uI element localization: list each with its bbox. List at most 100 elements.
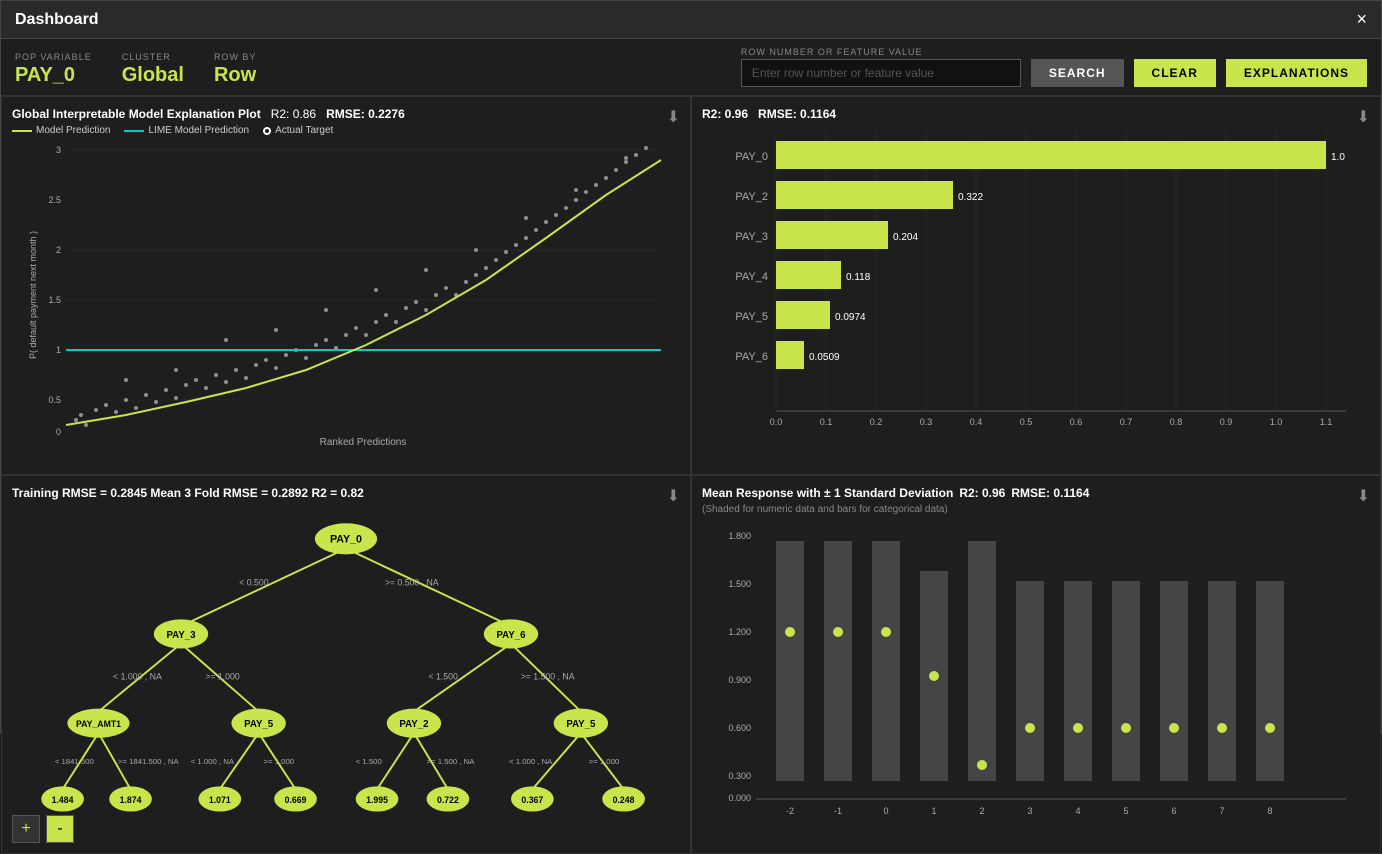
legend-line-model xyxy=(12,130,32,132)
svg-text:0.000: 0.000 xyxy=(728,793,751,803)
svg-text:PAY_2: PAY_2 xyxy=(399,719,428,730)
bar-x8 xyxy=(1256,581,1284,781)
lime-r2: R2: 0.86 xyxy=(271,107,316,121)
lime-rmse: RMSE: 0.2276 xyxy=(326,107,405,121)
svg-text:1: 1 xyxy=(56,345,61,355)
svg-text:< 1.500: < 1.500 xyxy=(356,757,382,766)
svg-text:2.5: 2.5 xyxy=(48,195,61,205)
svg-text:4: 4 xyxy=(1075,806,1080,816)
svg-text:0.9: 0.9 xyxy=(1220,417,1233,427)
svg-text:PAY_5: PAY_5 xyxy=(244,719,274,730)
dot-x2 xyxy=(977,760,987,770)
zoom-out-button[interactable]: - xyxy=(46,815,74,843)
row-by-group: ROW BY Row xyxy=(214,52,257,87)
dot-x3 xyxy=(1025,723,1035,733)
legend-dot-actual xyxy=(263,127,271,135)
svg-text:0.600: 0.600 xyxy=(728,723,751,733)
search-input[interactable] xyxy=(741,59,1021,87)
bar-x3 xyxy=(1016,581,1044,781)
svg-text:1.874: 1.874 xyxy=(120,795,142,805)
svg-text:P( default payment next month: P( default payment next month ) xyxy=(28,231,38,359)
clear-button[interactable]: CLEAR xyxy=(1134,59,1216,87)
panel-mean-response: Mean Response with ± 1 Standard Deviatio… xyxy=(691,475,1381,854)
svg-text:0.5: 0.5 xyxy=(48,395,61,405)
pop-variable-value: PAY_0 xyxy=(15,64,92,87)
svg-text:0.4: 0.4 xyxy=(970,417,983,427)
title-bar: Dashboard × xyxy=(1,1,1381,39)
zoom-in-button[interactable]: + xyxy=(12,815,40,843)
bar-x7 xyxy=(1208,581,1236,781)
cluster-group: CLUSTER Global xyxy=(122,52,184,87)
panel-decision-tree: Training RMSE = 0.2845 Mean 3 Fold RMSE … xyxy=(1,475,691,854)
legend-line-lime xyxy=(124,130,144,132)
svg-text:>= 1.000: >= 1.000 xyxy=(589,757,620,766)
bar-pay3 xyxy=(776,221,888,249)
svg-text:1.0: 1.0 xyxy=(1331,152,1345,163)
svg-text:2: 2 xyxy=(56,245,61,255)
svg-text:< 1.500: < 1.500 xyxy=(428,672,457,682)
svg-text:1.484: 1.484 xyxy=(52,795,74,805)
row-by-label: ROW BY xyxy=(214,52,257,62)
svg-text:1.800: 1.800 xyxy=(728,531,751,541)
svg-text:0.8: 0.8 xyxy=(1170,417,1183,427)
svg-text:Ranked Predictions: Ranked Predictions xyxy=(320,437,407,448)
dot-x0 xyxy=(881,627,891,637)
search-group: ROW NUMBER OR FEATURE VALUE xyxy=(741,47,1021,87)
panel-feature-importance: R2: 0.96 RMSE: 0.1164 ⬇ xyxy=(691,96,1381,475)
dot-x-1 xyxy=(833,627,843,637)
cluster-label: CLUSTER xyxy=(122,52,184,62)
download-icon-br[interactable]: ⬇ xyxy=(1357,486,1370,506)
bar-x-1 xyxy=(824,541,852,781)
svg-text:0.0974: 0.0974 xyxy=(835,312,866,323)
svg-text:PAY_5: PAY_5 xyxy=(735,311,768,323)
svg-text:0.300: 0.300 xyxy=(728,771,751,781)
svg-text:PAY_3: PAY_3 xyxy=(166,630,196,641)
main-content: Global Interpretable Model Explanation P… xyxy=(1,96,1381,854)
search-button[interactable]: SEARCH xyxy=(1031,59,1124,87)
tree-svg: < 0.500 >= 0.500 , NA < 1.000 , NA >= 1.… xyxy=(12,500,680,830)
toolbar: POP VARIABLE PAY_0 CLUSTER Global ROW BY… xyxy=(1,39,1381,96)
feature-importance-svg: 1.0 PAY_0 0.322 PAY_2 0.204 PAY_3 0.118 … xyxy=(702,121,1370,461)
svg-text:>= 1.500 , NA: >= 1.500 , NA xyxy=(521,672,575,682)
svg-text:PAY_0: PAY_0 xyxy=(330,534,362,546)
svg-text:0.0509: 0.0509 xyxy=(809,352,840,363)
legend-label-model: Model Prediction xyxy=(36,125,110,136)
svg-text:8: 8 xyxy=(1267,806,1272,816)
svg-text:PAY_6: PAY_6 xyxy=(496,630,526,641)
svg-text:0.322: 0.322 xyxy=(958,192,983,203)
svg-text:0: 0 xyxy=(883,806,888,816)
bar-x5 xyxy=(1112,581,1140,781)
close-button[interactable]: × xyxy=(1356,9,1367,30)
svg-text:PAY_2: PAY_2 xyxy=(735,191,768,203)
window-title: Dashboard xyxy=(15,11,99,29)
svg-text:PAY_6: PAY_6 xyxy=(735,351,768,363)
dot-x5 xyxy=(1121,723,1131,733)
pop-variable-label: POP VARIABLE xyxy=(15,52,92,62)
svg-text:0.367: 0.367 xyxy=(521,795,543,805)
bar-x6 xyxy=(1160,581,1188,781)
bar-x2 xyxy=(968,541,996,781)
download-icon-tl[interactable]: ⬇ xyxy=(667,107,680,127)
svg-text:0.6: 0.6 xyxy=(1070,417,1083,427)
bar-pay4 xyxy=(776,261,841,289)
bar-pay2 xyxy=(776,181,953,209)
mr-rmse: RMSE: 0.1164 xyxy=(1011,486,1089,500)
svg-text:0.2: 0.2 xyxy=(870,417,883,427)
legend-lime-prediction: LIME Model Prediction xyxy=(124,125,249,136)
svg-text:1.071: 1.071 xyxy=(209,795,231,805)
svg-text:1.1: 1.1 xyxy=(1320,417,1333,427)
svg-text:-2: -2 xyxy=(786,806,794,816)
svg-text:< 1.000 , NA: < 1.000 , NA xyxy=(113,672,162,682)
dot-x8 xyxy=(1265,723,1275,733)
download-icon-tr[interactable]: ⬇ xyxy=(1357,107,1370,127)
dashboard-window: Dashboard × POP VARIABLE PAY_0 CLUSTER G… xyxy=(0,0,1382,734)
svg-text:3: 3 xyxy=(56,145,61,155)
explanations-button[interactable]: EXPLANATIONS xyxy=(1226,59,1367,87)
svg-text:< 1.000 , NA: < 1.000 , NA xyxy=(191,757,235,766)
pop-variable-group: POP VARIABLE PAY_0 xyxy=(15,52,92,87)
dot-x-2 xyxy=(785,627,795,637)
download-icon-bl[interactable]: ⬇ xyxy=(667,486,680,506)
mr-subtitle: (Shaded for numeric data and bars for ca… xyxy=(702,504,1370,515)
lime-chart-svg: P( default payment next month ) 3 2.5 2 … xyxy=(12,140,680,450)
svg-text:1.995: 1.995 xyxy=(366,795,388,805)
